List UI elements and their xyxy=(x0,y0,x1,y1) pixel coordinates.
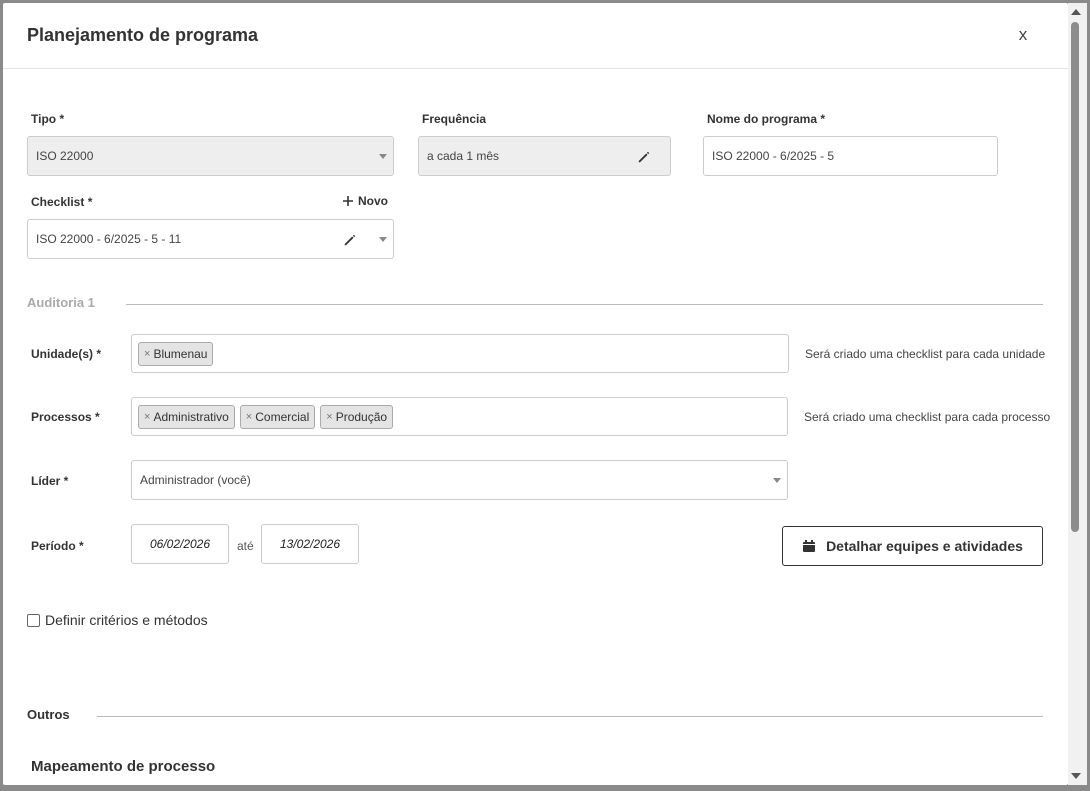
criterios-checkbox-row[interactable]: Definir critérios e métodos xyxy=(27,612,208,628)
modal-title: Planejamento de programa xyxy=(27,25,259,45)
periodo-start-input[interactable]: 06/02/2026 xyxy=(131,524,229,564)
tipo-value: ISO 22000 xyxy=(36,149,94,163)
tag-administrativo: × Administrativo xyxy=(138,404,235,429)
detalhar-equipes-button[interactable]: Detalhar equipes e atividades xyxy=(782,526,1043,566)
unidades-hint: Será criado uma checklist para cada unid… xyxy=(805,347,1046,361)
modal-header: Planejamento de programa x xyxy=(3,3,1068,69)
tipo-label: Tipo * xyxy=(31,112,65,126)
scroll-up-arrow-icon[interactable] xyxy=(1071,9,1081,15)
calendar-icon xyxy=(803,540,816,552)
periodo-label: Período * xyxy=(31,539,84,553)
tag-label: Blumenau xyxy=(153,346,208,361)
section-divider xyxy=(97,716,1043,717)
scroll-thumb[interactable] xyxy=(1071,22,1079,532)
tipo-select[interactable]: ISO 22000 xyxy=(27,136,394,176)
checklist-value: ISO 22000 - 6/2025 - 5 - 11 xyxy=(36,232,182,246)
tag-remove-icon[interactable]: × xyxy=(246,411,252,423)
detalhar-label: Detalhar equipes e atividades xyxy=(826,538,1023,554)
mapeamento-title: Mapeamento de processo xyxy=(31,758,216,775)
program-planning-modal: Planejamento de programa x Tipo * ISO 22… xyxy=(3,3,1068,785)
unidades-label: Unidade(s) * xyxy=(31,347,102,361)
auditoria-section-title: Auditoria 1 xyxy=(27,295,95,310)
novo-checklist-button[interactable]: Novo xyxy=(342,194,388,208)
nome-programa-input[interactable]: ISO 22000 - 6/2025 - 5 xyxy=(703,136,998,176)
plus-icon xyxy=(343,196,353,206)
tag-remove-icon[interactable]: × xyxy=(144,348,150,360)
checklist-label: Checklist * xyxy=(31,195,93,209)
close-button[interactable]: x xyxy=(1013,25,1033,47)
chevron-down-icon xyxy=(379,154,387,159)
frequencia-value: a cada 1 mês xyxy=(427,149,500,163)
lider-value: Administrador (você) xyxy=(140,473,251,487)
pencil-icon[interactable] xyxy=(343,233,357,247)
outros-section-title: Outros xyxy=(27,707,70,722)
tag-label: Produção xyxy=(335,409,388,424)
checklist-select[interactable]: ISO 22000 - 6/2025 - 5 - 11 xyxy=(27,219,394,259)
tag-remove-icon[interactable]: × xyxy=(144,411,150,423)
frequencia-field[interactable]: a cada 1 mês xyxy=(418,136,671,176)
pencil-icon[interactable] xyxy=(637,150,651,164)
tag-producao: × Produção xyxy=(320,404,394,429)
periodo-separator: até xyxy=(237,539,254,553)
unidades-multiselect[interactable]: × Blumenau xyxy=(131,334,789,373)
chevron-down-icon xyxy=(379,237,387,242)
tag-comercial: × Comercial xyxy=(239,404,316,429)
novo-label: Novo xyxy=(358,194,388,208)
lider-select[interactable]: Administrador (você) xyxy=(131,460,788,500)
tag-label: Comercial xyxy=(255,409,310,424)
tag-blumenau: × Blumenau xyxy=(138,341,214,366)
processos-hint: Será criado uma checklist para cada proc… xyxy=(804,410,1051,424)
nome-programa-value: ISO 22000 - 6/2025 - 5 xyxy=(712,149,835,163)
criterios-checkbox[interactable] xyxy=(27,613,40,627)
section-divider xyxy=(126,304,1043,305)
lider-label: Líder * xyxy=(31,474,69,488)
nome-programa-label: Nome do programa * xyxy=(707,112,826,126)
tag-label: Administrativo xyxy=(153,409,229,424)
periodo-end-input[interactable]: 13/02/2026 xyxy=(261,524,359,564)
frequencia-label: Frequência xyxy=(422,112,487,126)
criterios-label: Definir critérios e métodos xyxy=(45,612,208,628)
scroll-down-arrow-icon[interactable] xyxy=(1071,773,1081,779)
processos-label: Processos * xyxy=(31,410,100,424)
chevron-down-icon xyxy=(773,478,781,483)
tag-remove-icon[interactable]: × xyxy=(326,411,332,423)
processos-multiselect[interactable]: × Administrativo × Comercial × Produção xyxy=(131,397,788,436)
